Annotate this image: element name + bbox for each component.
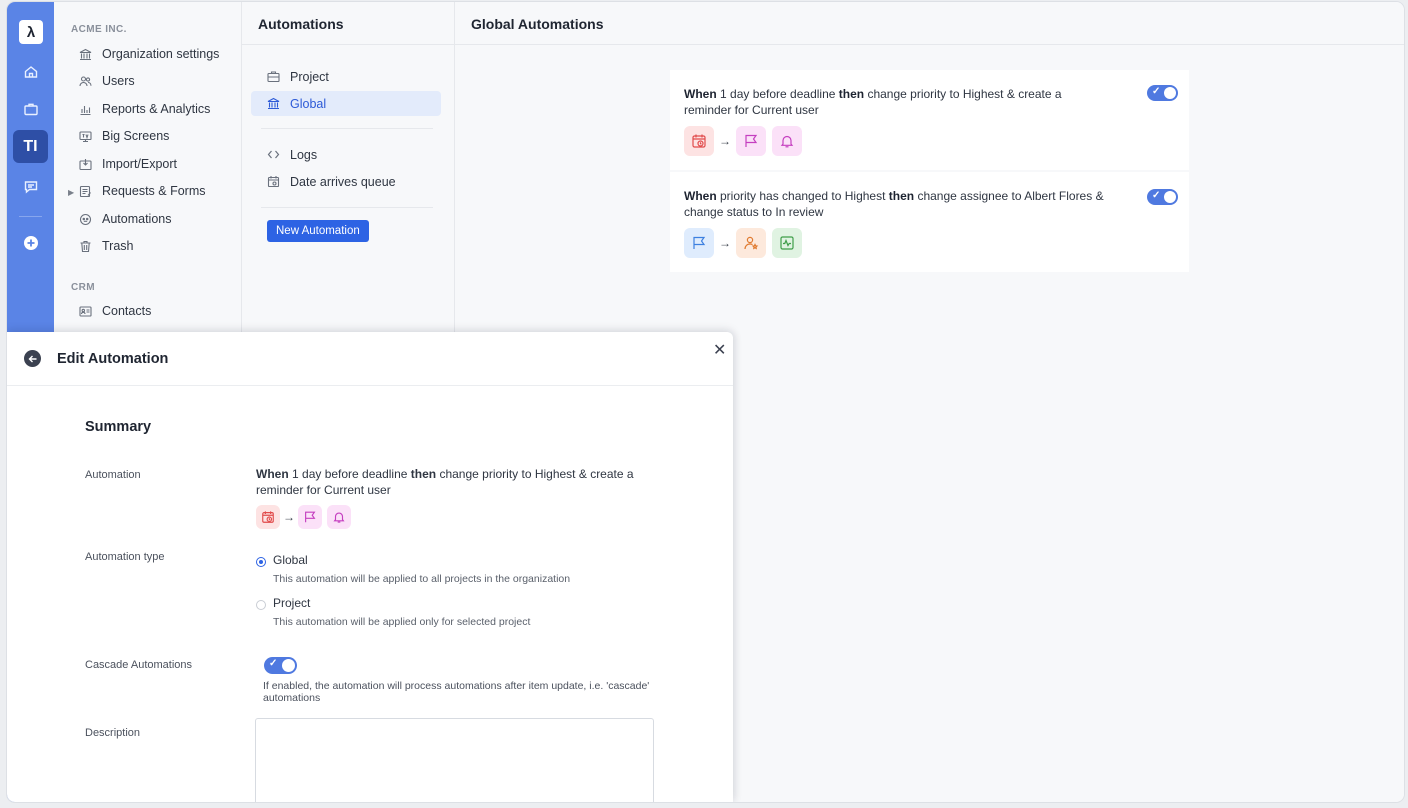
bank-icon (78, 47, 92, 61)
arrow-icon: → (719, 236, 731, 250)
automation-enabled-toggle[interactable]: ✓ (1147, 189, 1178, 205)
flag-icon (736, 126, 766, 156)
list-title: Automations (258, 16, 344, 32)
panel-title: Edit Automation (57, 351, 169, 367)
description-textarea[interactable] (255, 718, 654, 802)
automation-description: When priority has changed to Highest the… (684, 189, 1104, 219)
nav-item-requests-forms[interactable]: Requests & Forms (78, 180, 206, 202)
list-item-label: Global (290, 96, 327, 111)
bell-icon (772, 126, 802, 156)
radio-global-label[interactable]: Global (273, 553, 308, 567)
nav-item-label: Automations (102, 212, 172, 226)
bell-icon (327, 505, 351, 529)
back-arrow-icon[interactable] (24, 350, 41, 367)
tv-icon (78, 129, 92, 143)
code-icon (266, 148, 280, 162)
automation-chips: → (684, 228, 1173, 258)
nav-item-import-export[interactable]: Import/Export (78, 153, 177, 175)
description-label: Description (85, 727, 141, 739)
arrow-icon: → (283, 510, 295, 524)
nav-item-automations[interactable]: Automations (78, 208, 171, 230)
nav-item-label: Big Screens (102, 129, 170, 143)
rail-divider (19, 216, 42, 217)
app-window: λ TI ACME INC. Organization settings Use… (7, 2, 1404, 802)
robot-icon (78, 212, 92, 226)
list-divider (242, 44, 455, 45)
nav-item-label: Import/Export (102, 157, 178, 171)
users-icon (78, 74, 92, 88)
expand-caret-icon[interactable]: ▶ (68, 188, 74, 197)
nav-item-label: Reports & Analytics (102, 102, 211, 116)
radio-project[interactable] (256, 600, 266, 610)
panel-divider (7, 385, 733, 386)
tasks-app-icon[interactable]: TI (13, 130, 48, 163)
nav-item-contacts[interactable]: Contacts (78, 300, 151, 322)
page-title: Global Automations (471, 16, 604, 32)
crm-heading: CRM (71, 282, 95, 293)
flag-icon (298, 505, 322, 529)
contact-card-icon (78, 304, 92, 318)
list-item-date-arrives-queue[interactable]: Date arrives queue (251, 169, 441, 194)
form-icon (78, 184, 92, 198)
close-icon[interactable]: ✕ (713, 340, 726, 360)
calendar-clock-icon (684, 126, 714, 156)
automation-card[interactable]: When 1 day before deadline then change p… (670, 70, 1189, 170)
automation-summary-text: When 1 day before deadline then change p… (256, 467, 634, 497)
home-icon[interactable] (13, 55, 48, 88)
list-divider (261, 207, 433, 208)
automation-description: When 1 day before deadline then change p… (684, 87, 1062, 117)
list-item-global[interactable]: Global (251, 91, 441, 116)
nav-item-reports-analytics[interactable]: Reports & Analytics (78, 98, 210, 120)
list-item-label: Logs (290, 147, 318, 162)
nav-item-trash[interactable]: Trash (78, 235, 134, 257)
chart-icon (78, 102, 92, 116)
status-icon (772, 228, 802, 258)
list-item-label: Date arrives queue (290, 174, 396, 189)
automation-field-label: Automation (85, 469, 141, 481)
nav-item-label: Organization settings (102, 47, 220, 61)
nav-item-label: Requests & Forms (102, 184, 206, 198)
trash-icon (78, 239, 92, 253)
list-item-logs[interactable]: Logs (251, 142, 441, 167)
radio-project-label[interactable]: Project (273, 596, 310, 610)
nav-item-label: Contacts (102, 304, 152, 318)
list-item-label: Project (290, 69, 329, 84)
automation-summary-chips: → (256, 505, 351, 529)
radio-global-description: This automation will be applied to all p… (273, 573, 571, 585)
chat-icon[interactable] (13, 170, 48, 203)
list-divider (261, 128, 433, 129)
import-icon (78, 157, 92, 171)
calendar-icon (266, 175, 280, 189)
edit-automation-panel: Edit Automation ✕ Summary Automation Whe… (7, 332, 733, 802)
briefcase-icon (266, 70, 280, 84)
org-heading: ACME INC. (71, 24, 127, 35)
flag-icon (684, 228, 714, 258)
nav-item-users[interactable]: Users (78, 70, 135, 92)
app-logo[interactable]: λ (19, 20, 43, 44)
nav-item-organization-settings[interactable]: Organization settings (78, 43, 219, 65)
nav-item-big-screens[interactable]: Big Screens (78, 125, 169, 147)
new-automation-button[interactable]: New Automation (267, 220, 369, 242)
assignee-icon (736, 228, 766, 258)
nav-item-label: Users (102, 74, 135, 88)
automation-chips: → (684, 126, 1173, 156)
radio-project-description: This automation will be applied only for… (273, 616, 531, 628)
cascade-description: If enabled, the automation will process … (263, 680, 650, 704)
briefcase-icon[interactable] (13, 92, 48, 125)
calendar-clock-icon (256, 505, 280, 529)
list-item-project[interactable]: Project (251, 64, 441, 89)
cascade-automations-toggle[interactable]: ✓ (264, 657, 297, 674)
cascade-automations-label: Cascade Automations (85, 659, 193, 671)
header-divider (455, 44, 1404, 45)
automation-enabled-toggle[interactable]: ✓ (1147, 85, 1178, 101)
add-icon[interactable] (13, 226, 48, 259)
arrow-icon: → (719, 134, 731, 148)
automation-type-label: Automation type (85, 551, 165, 563)
automation-card[interactable]: When priority has changed to Highest the… (670, 172, 1189, 272)
nav-item-label: Trash (102, 239, 134, 253)
radio-global[interactable] (256, 557, 266, 567)
summary-heading: Summary (85, 419, 152, 435)
bank-icon (266, 97, 280, 111)
